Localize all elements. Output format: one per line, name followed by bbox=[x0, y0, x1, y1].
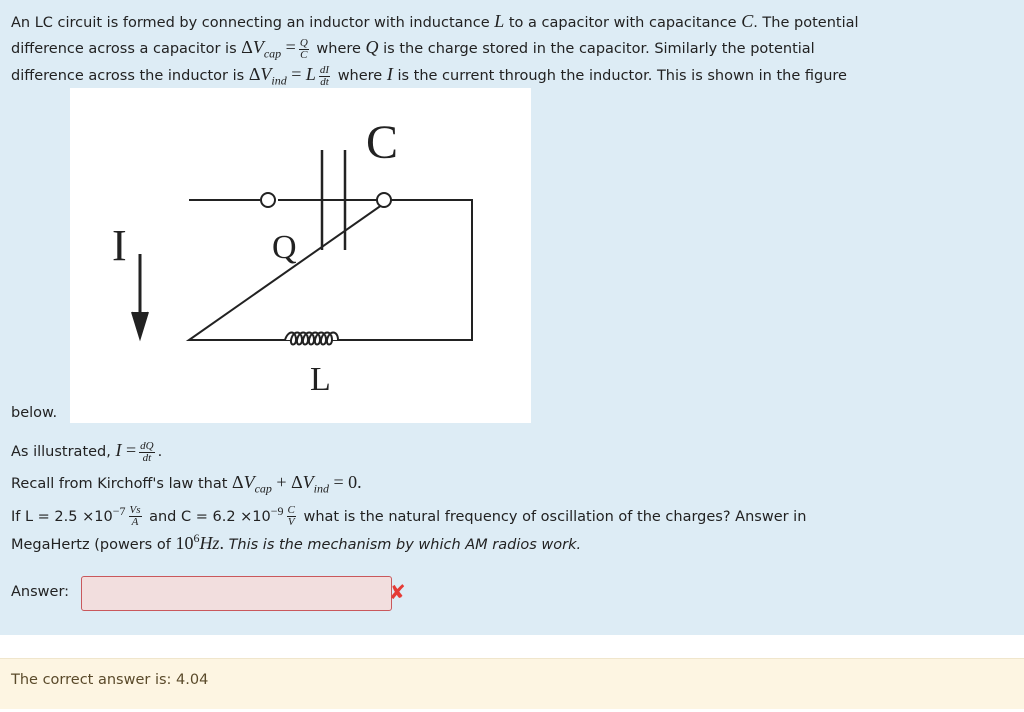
question-line-1: An LC circuit is formed by connecting an… bbox=[11, 11, 859, 31]
question-illustrated: As illustrated, I = dQ dt. bbox=[11, 439, 163, 464]
question-recall: Recall from Kirchoff's law that ΔVcap + … bbox=[11, 472, 362, 496]
incorrect-x-icon: ✘ bbox=[389, 580, 406, 604]
label-c: C bbox=[366, 116, 398, 169]
answer-input[interactable] bbox=[81, 576, 392, 611]
question-line-3: difference across the inductor is ΔVind … bbox=[11, 63, 847, 88]
circuit-wire bbox=[185, 199, 473, 341]
label-l: L bbox=[310, 361, 331, 398]
correct-answer-text: The correct answer is: 4.04 bbox=[11, 672, 209, 688]
label-q: Q bbox=[272, 229, 297, 266]
feedback-box: The correct answer is: 4.04 bbox=[0, 658, 1024, 709]
label-i: I bbox=[112, 221, 127, 270]
question-panel: An LC circuit is formed by connecting an… bbox=[0, 0, 1024, 635]
question-line-2: difference across a capacitor is ΔVcap =… bbox=[11, 36, 815, 61]
question-values: If L = 2.5 ×10−7 Vs A and C = 6.2 ×10−9 C V … bbox=[11, 504, 807, 529]
question-units: MegaHertz (powers of 106Hz. This is the … bbox=[11, 531, 582, 553]
terminal-q bbox=[260, 192, 276, 208]
question-below: below. bbox=[11, 405, 58, 421]
terminal-c bbox=[376, 192, 392, 208]
inductor-coil bbox=[284, 331, 341, 346]
answer-label: Answer: bbox=[11, 584, 70, 600]
lc-circuit-figure: C Q I L bbox=[70, 88, 531, 423]
